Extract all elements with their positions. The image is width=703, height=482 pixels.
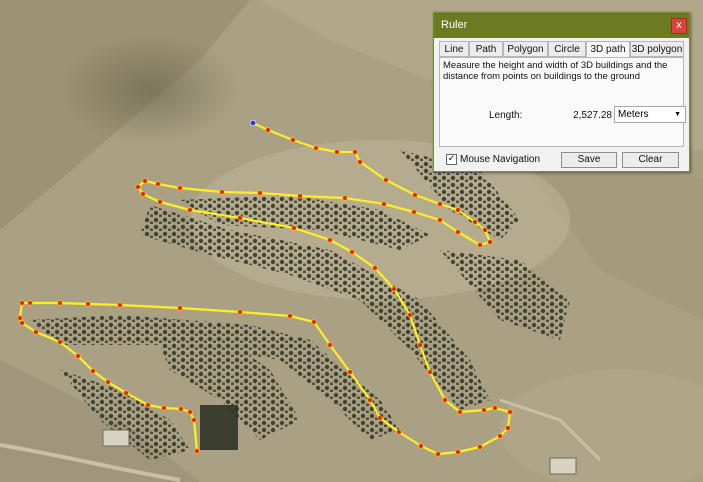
path-vertex[interactable] (178, 406, 184, 412)
path-vertex[interactable] (177, 185, 183, 191)
path-vertex[interactable] (391, 286, 397, 292)
path-vertex[interactable] (482, 227, 488, 233)
path-vertex[interactable] (291, 225, 297, 231)
path-vertex[interactable] (457, 409, 463, 415)
path-vertex[interactable] (19, 320, 25, 326)
unit-select[interactable]: Meters ▼ (614, 106, 686, 123)
path-vertex[interactable] (349, 249, 355, 255)
path-vertex[interactable] (412, 192, 418, 198)
tab-circle[interactable]: Circle (548, 41, 586, 57)
path-vertex[interactable] (507, 409, 513, 415)
path-vertex[interactable] (177, 305, 183, 311)
path-vertex[interactable] (161, 405, 167, 411)
close-icon[interactable]: x (671, 18, 687, 34)
path-vertex[interactable] (290, 137, 296, 143)
path-vertex[interactable] (418, 443, 424, 449)
path-vertex[interactable] (237, 215, 243, 221)
path-vertex[interactable] (85, 301, 91, 307)
path-vertex[interactable] (90, 368, 96, 374)
path-vertex[interactable] (407, 312, 413, 318)
path-vertex[interactable] (265, 127, 271, 133)
ruler-panel: Measure the height and width of 3D build… (439, 57, 686, 147)
path-vertex[interactable] (27, 300, 33, 306)
path-vertex[interactable] (155, 181, 161, 187)
path-vertex[interactable] (381, 201, 387, 207)
path-vertex[interactable] (33, 329, 39, 335)
path-vertex[interactable] (157, 199, 163, 205)
ruler-titlebar[interactable]: Ruler x (434, 13, 689, 38)
path-vertex[interactable] (411, 209, 417, 215)
path-vertex[interactable] (17, 315, 23, 321)
path-start-point[interactable] (249, 119, 257, 127)
path-vertex[interactable] (327, 342, 333, 348)
path-vertex[interactable] (334, 149, 340, 155)
path-vertex[interactable] (237, 309, 243, 315)
path-vertex[interactable] (472, 219, 478, 225)
path-vertex[interactable] (194, 448, 200, 454)
unit-value: Meters (618, 109, 649, 120)
path-vertex[interactable] (437, 201, 443, 207)
path-vertex[interactable] (257, 190, 263, 196)
tab-polygon[interactable]: Polygon (503, 41, 548, 57)
path-vertex[interactable] (287, 313, 293, 319)
path-vertex[interactable] (352, 149, 358, 155)
path-vertex[interactable] (497, 433, 503, 439)
dialog-title: Ruler (441, 19, 468, 31)
path-vertex[interactable] (372, 265, 378, 271)
path-vertex[interactable] (455, 449, 461, 455)
path-vertex[interactable] (140, 191, 146, 197)
path-vertex[interactable] (145, 402, 151, 408)
path-vertex[interactable] (297, 193, 303, 199)
path-vertex[interactable] (455, 229, 461, 235)
path-vertex[interactable] (367, 397, 373, 403)
path-vertex[interactable] (187, 207, 193, 213)
path-vertex[interactable] (117, 302, 123, 308)
path-vertex[interactable] (427, 369, 433, 375)
description-text: Measure the height and width of 3D build… (443, 60, 668, 82)
path-vertex[interactable] (477, 444, 483, 450)
tab-3d-path[interactable]: 3D path (586, 41, 630, 58)
path-vertex[interactable] (57, 300, 63, 306)
path-vertex[interactable] (417, 342, 423, 348)
path-vertex[interactable] (327, 237, 333, 243)
path-vertex[interactable] (357, 159, 363, 165)
path-vertex[interactable] (57, 339, 63, 345)
path-vertex[interactable] (455, 207, 461, 213)
path-vertex[interactable] (75, 353, 81, 359)
path-vertex[interactable] (191, 417, 197, 423)
path-vertex[interactable] (383, 177, 389, 183)
mouse-navigation-checkbox[interactable]: ✓ (446, 154, 457, 165)
ruler-dialog: Ruler x Line Path Polygon Circle 3D path… (433, 12, 690, 172)
path-vertex[interactable] (135, 184, 141, 190)
path-vertex[interactable] (187, 409, 193, 415)
chevron-down-icon: ▼ (674, 111, 681, 118)
path-vertex[interactable] (481, 407, 487, 413)
mouse-navigation-label: Mouse Navigation (460, 154, 541, 165)
path-vertex[interactable] (492, 405, 498, 411)
length-value: 2,527.28 (573, 110, 612, 121)
path-vertex[interactable] (477, 242, 483, 248)
path-vertex[interactable] (377, 415, 383, 421)
clear-button[interactable]: Clear (622, 152, 679, 168)
save-button[interactable]: Save (561, 152, 617, 168)
path-vertex[interactable] (105, 379, 111, 385)
path-vertex[interactable] (442, 397, 448, 403)
path-vertex[interactable] (219, 189, 225, 195)
path-vertex[interactable] (342, 195, 348, 201)
path-vertex[interactable] (311, 319, 317, 325)
tab-3d-polygon[interactable]: 3D polygon (630, 41, 684, 57)
tab-path[interactable]: Path (469, 41, 503, 57)
tab-line[interactable]: Line (439, 41, 469, 57)
path-vertex[interactable] (487, 239, 493, 245)
length-label: Length: (489, 110, 523, 121)
path-vertex[interactable] (435, 451, 441, 457)
path-vertex[interactable] (19, 300, 25, 306)
path-vertex[interactable] (142, 178, 148, 184)
path-vertex[interactable] (437, 217, 443, 223)
path-vertex[interactable] (505, 425, 511, 431)
path-vertex[interactable] (347, 369, 353, 375)
path-vertex[interactable] (396, 429, 402, 435)
path-vertex[interactable] (313, 145, 319, 151)
path-vertex[interactable] (123, 390, 129, 396)
